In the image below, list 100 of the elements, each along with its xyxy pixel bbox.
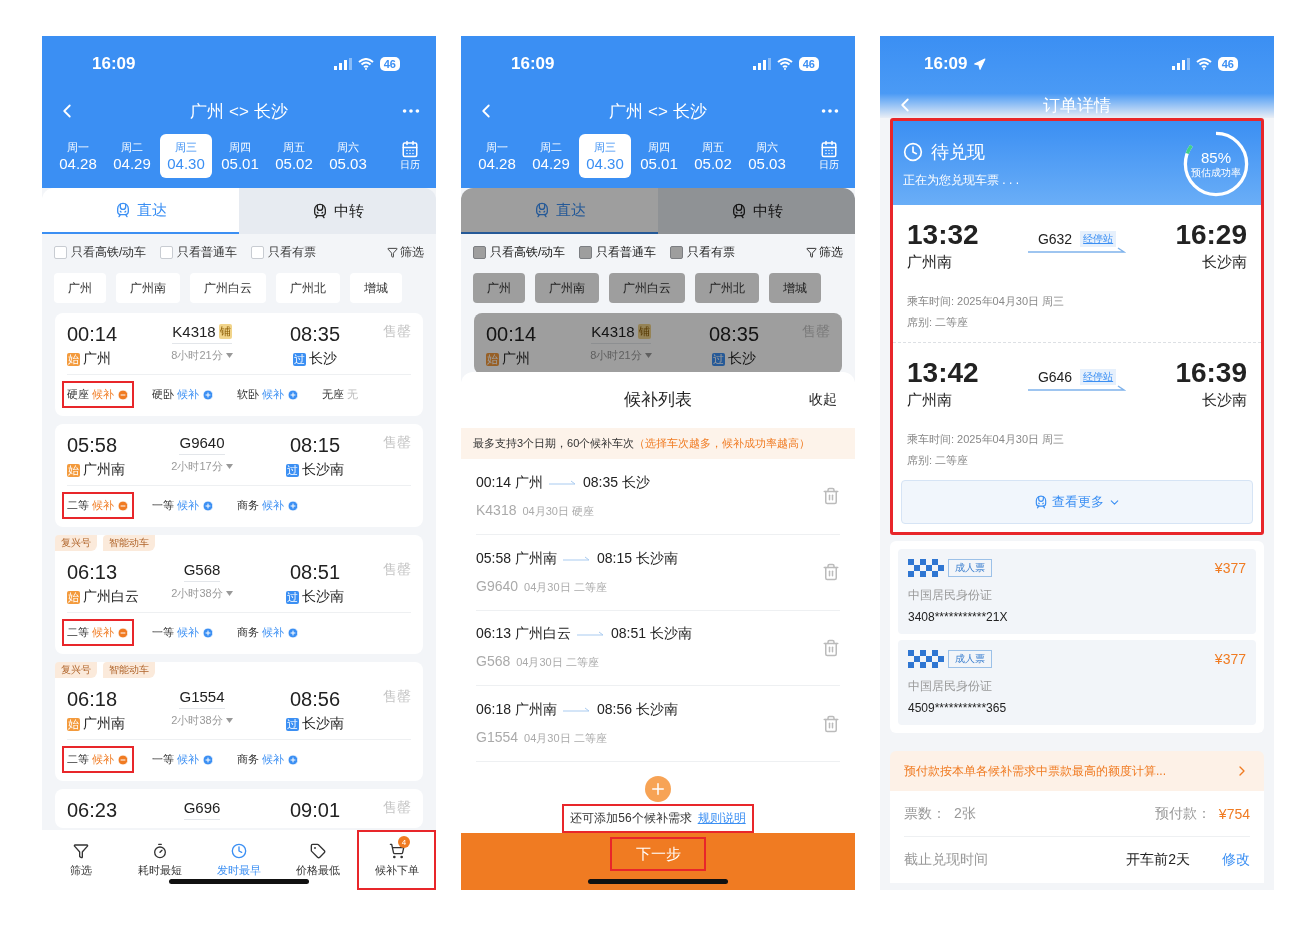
- rules-link[interactable]: 规则说明: [697, 810, 746, 828]
- station-chip[interactable]: 广州白云: [609, 273, 685, 303]
- station-chip[interactable]: 广州: [54, 273, 106, 303]
- battery-level: 46: [379, 57, 400, 71]
- route-title: 广州 <> 长沙: [190, 100, 288, 123]
- filter-checkbox[interactable]: 只看有票: [670, 244, 736, 261]
- mode-tab[interactable]: 中转: [658, 188, 855, 234]
- route-from: 00:14 广州: [476, 473, 543, 492]
- start-badge: 始: [67, 717, 80, 731]
- filter-checkbox[interactable]: 只看高铁/动车: [54, 244, 147, 261]
- station-chip[interactable]: 广州南: [116, 273, 180, 303]
- waitlist-seat-button[interactable]: 商务 候补: [232, 492, 304, 519]
- delete-icon[interactable]: [822, 563, 840, 582]
- route-from: 06:18 广州南: [476, 701, 557, 720]
- depart-time: 05:58: [67, 434, 119, 457]
- delete-icon[interactable]: [822, 714, 840, 733]
- filter-icon: [806, 247, 817, 258]
- station-chip[interactable]: 广州北: [695, 273, 759, 303]
- battery-level: 46: [1217, 57, 1238, 71]
- nav-tab[interactable]: 筛选: [42, 830, 121, 890]
- delete-icon[interactable]: [822, 638, 840, 657]
- pass-badge: 过: [712, 352, 725, 366]
- route-title: 广州 <> 长沙: [609, 100, 707, 123]
- wifi-icon: [776, 58, 793, 70]
- station-chip[interactable]: 增城: [350, 273, 402, 303]
- waitlist-seat-button[interactable]: 一等 候补: [147, 492, 219, 519]
- nav-tab[interactable]: 候补下单 4: [357, 830, 436, 890]
- prepay-amount: ¥754: [1218, 805, 1250, 822]
- arrive-time: 08:35: [289, 323, 341, 346]
- waitlist-seat-button[interactable]: 二等 候补: [62, 746, 134, 773]
- add-button[interactable]: [645, 776, 671, 803]
- filter-button[interactable]: 筛选: [387, 244, 424, 261]
- station-name: 广州: [83, 350, 111, 368]
- date-tab[interactable]: 周三 04.30: [579, 134, 631, 178]
- route-from: 05:58 广州南: [476, 549, 557, 568]
- train-number: G568: [476, 653, 511, 670]
- waitlist-seat-button[interactable]: 一等 候补: [147, 619, 219, 646]
- station-name: 长沙南: [302, 461, 344, 479]
- depart-time: 13:42: [907, 357, 979, 389]
- station-name: 长沙南: [1202, 253, 1247, 272]
- waitlist-seat-button[interactable]: 硬座 候补: [62, 381, 134, 408]
- caret-icon: [225, 718, 233, 723]
- start-badge: 始: [486, 352, 499, 366]
- train-number: G568: [183, 561, 221, 578]
- start-badge: 始: [67, 352, 80, 366]
- duration: 2小时38分: [171, 713, 223, 728]
- filter-button[interactable]: 筛选: [806, 244, 843, 261]
- caret-icon: [225, 591, 233, 596]
- filter-checkbox[interactable]: 只看普通车: [160, 244, 238, 261]
- arrive-time: 08:15: [289, 434, 341, 457]
- waitlist-seat-button[interactable]: 硬卧 候补: [147, 381, 219, 408]
- waitlist-seat-button[interactable]: 商务 候补: [232, 619, 304, 646]
- pixelated-name-drawing: [908, 650, 944, 668]
- filter-checkbox[interactable]: 只看普通车: [579, 244, 657, 261]
- start-badge: 始: [67, 590, 80, 604]
- station-chip[interactable]: 增城: [769, 273, 821, 303]
- waitlist-seat-button[interactable]: 二等 候补: [62, 619, 134, 646]
- filter-icon: [73, 842, 90, 859]
- station-name: 长沙: [309, 350, 337, 368]
- train-tag: 复兴号: [55, 662, 97, 678]
- date-seat: 04月30日 二等座: [516, 655, 599, 671]
- duration: 2小时17分: [171, 459, 223, 474]
- station-name: 广州南: [83, 461, 125, 479]
- waitlist-seat-button[interactable]: 二等 候补: [62, 492, 134, 519]
- station-chip[interactable]: 广州白云: [190, 273, 266, 303]
- arrive-time: 08:51: [289, 561, 341, 584]
- filter-checkbox[interactable]: 只看有票: [251, 244, 317, 261]
- waitlist-seat-button[interactable]: 软卧 候补: [232, 381, 304, 408]
- remaining-text: 还可添加56个候补需求: [570, 810, 692, 828]
- nav-tab[interactable]: 价格最低: [278, 830, 358, 890]
- route-to: 08:56 长沙南: [596, 701, 678, 720]
- duration: 2小时38分: [171, 586, 223, 601]
- mode-tab[interactable]: 中转: [239, 188, 436, 234]
- station-chip[interactable]: 广州南: [535, 273, 599, 303]
- station-name: 长沙南: [1202, 391, 1247, 410]
- signal-icon: [333, 58, 352, 70]
- status-time: 16:09: [511, 54, 555, 74]
- rate-value: 85%: [1201, 148, 1231, 166]
- date-tab[interactable]: 周三 04.30: [160, 134, 212, 178]
- depart-time: 13:32: [907, 219, 979, 251]
- filter-checkbox[interactable]: 只看高铁/动车: [473, 244, 566, 261]
- station-name: 长沙: [728, 350, 756, 368]
- ride-time: 乘车时间: 2025年04月30日 周三: [907, 432, 1066, 447]
- waitlist-seat-button[interactable]: 一等 候补: [147, 746, 219, 773]
- nav-tab[interactable]: 耗时最短: [120, 830, 200, 890]
- waitlist-seat-button[interactable]: 商务 候补: [232, 746, 304, 773]
- collapse-button[interactable]: 收起: [803, 389, 843, 410]
- station-chip[interactable]: 广州: [473, 273, 525, 303]
- nav-tab[interactable]: 发时最早: [199, 830, 279, 890]
- train-number: K4318: [172, 323, 216, 340]
- station-name: 广州南: [83, 715, 125, 733]
- station-chip[interactable]: 广州北: [276, 273, 340, 303]
- id-type: 中国居民身份证: [908, 587, 993, 604]
- clock-icon: [903, 141, 923, 162]
- train-icon: [1033, 495, 1048, 509]
- depart-time: 06:18: [67, 688, 119, 711]
- seat-availability[interactable]: 无座 无: [317, 381, 363, 408]
- wifi-icon: [357, 58, 374, 70]
- delete-icon[interactable]: [822, 487, 840, 506]
- caret-icon: [644, 353, 652, 358]
